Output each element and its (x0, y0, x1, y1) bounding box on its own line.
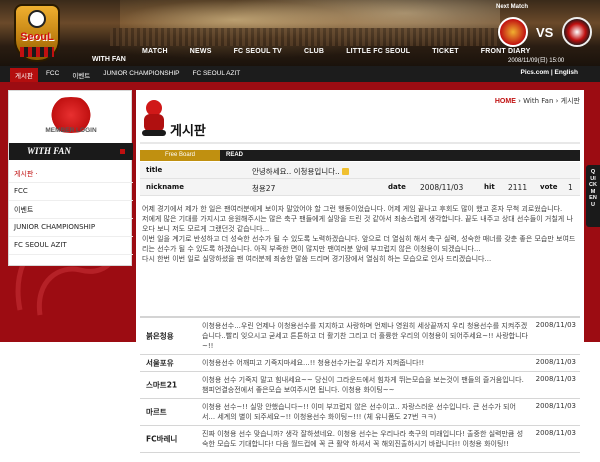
breadcrumb-sep-2: › (555, 97, 559, 105)
comment-text: 이청용선수...우린 언제나 이청용선수를 지지하고 사랑하며 언제나 영원히 … (202, 322, 528, 350)
nav-club[interactable]: CLUB (304, 48, 324, 55)
post-paragraph: 저에게 많은 기대를 가지시고 응원해주시는 많은 축구 팬들에게 실망을 드린… (142, 215, 573, 233)
member-login-button[interactable]: MEMBER LOGIN (27, 97, 115, 141)
logo-ball-icon (28, 10, 46, 28)
post-body: 어제 경기에서 제가 한 일은 팬여러분에게 보이자 말았어야 할 그런 행동이… (142, 204, 578, 264)
sidebar-menu: 게시판 · FCC 이벤트 JUNIOR CHAMPIONSHIP FC SEO… (9, 165, 133, 255)
red-square-icon (120, 149, 125, 154)
tab-free-board[interactable]: Free Board (140, 150, 220, 161)
subnav-junior-championship[interactable]: JUNIOR CHAMPIONSHIP (98, 68, 184, 82)
vote-label: vote (540, 183, 558, 191)
comment-author[interactable]: 붉은청용 (146, 331, 174, 342)
breadcrumb-with-fan[interactable]: With Fan (523, 97, 553, 105)
comment-item: 마르트 이청용 선수~!! 실망 안했습니다~!! 이미 부끄럽지 않은 선수이… (140, 399, 580, 426)
breadcrumb: HOME › With Fan › 게시판 (495, 96, 580, 106)
post-title-text: 안녕하세요.. 이청용입니다.. (252, 167, 340, 176)
subnav-fc-seoul-azit[interactable]: FC SEOUL AZIT (187, 68, 245, 82)
sidebar-item-junior-championship[interactable]: JUNIOR CHAMPIONSHIP (9, 219, 133, 237)
post-meta-row: nickname 청용27 date 2008/11/03 hit 2111 v… (140, 179, 580, 196)
comment-item: 스마트21 이청용 선수 기죽지 말고 힘내세요~~ 당신이 그라운드에서 힘차… (140, 372, 580, 399)
comment-item: FC바레니 진짜 이청용 선수 맞습니까? 생각 잘하셨네요. 이청용 선수는 … (140, 426, 580, 453)
post-vote-count: 1 (568, 183, 573, 192)
post-title-row: title 안녕하세요.. 이청용입니다.. (140, 162, 580, 179)
post-nickname[interactable]: 청용27 (252, 183, 275, 194)
sidebar-item-fcc[interactable]: FCC (9, 183, 133, 201)
mascot-icon (140, 100, 168, 138)
stadium-stands-image (110, 28, 500, 46)
board-tab-bar: Free Board READ (140, 150, 580, 161)
comment-author[interactable]: 마르트 (146, 407, 167, 418)
vs-label: VS (536, 25, 554, 40)
title-divider (140, 142, 580, 144)
site-header: SeouL WITH FAN MATCH NEWS FC SEOUL TV CL… (0, 0, 600, 66)
tab-read: READ (226, 152, 244, 158)
comment-item: 서울포유 이청용선수 어깨피고 기죽지마세요...!! 청용선수가는길 우리가 … (140, 355, 580, 372)
sidebar-item-event[interactable]: 이벤트 (9, 201, 133, 219)
post-title: 안녕하세요.. 이청용입니다.. (252, 166, 349, 177)
sidebar-section-title: WITH FAN (9, 143, 133, 160)
nav-match[interactable]: MATCH (142, 48, 168, 55)
member-login-label: MEMBER LOGIN (45, 127, 97, 134)
comment-date: 2008/11/03 (535, 375, 576, 383)
comment-text: 이청용선수 어깨피고 기죽지마세요...!! 청용선수가는길 우리가 지켜줍니다… (202, 359, 425, 367)
nav-front-diary[interactable]: FRONT DIARY (481, 48, 531, 55)
sidebar-section-title-text: WITH FAN (27, 146, 71, 156)
away-team-badge-icon[interactable] (562, 17, 592, 47)
comment-date: 2008/11/03 (535, 321, 576, 329)
comment-text: 이청용 선수 기죽지 말고 힘내세요~~ 당신이 그라운드에서 힘차게 뛰는모습… (202, 376, 524, 394)
comment-author[interactable]: 서울포유 (146, 358, 174, 369)
comment-date: 2008/11/03 (535, 358, 576, 366)
subnav-utility-links[interactable]: Pics.com | English (521, 69, 578, 76)
nickname-label: nickname (146, 183, 184, 191)
page-title: 게시판 (170, 124, 206, 139)
nav-ticket[interactable]: TICKET (432, 48, 458, 55)
sidebar-item-fc-seoul-azit[interactable]: FC SEOUL AZIT (9, 237, 133, 255)
subnav-event[interactable]: 이벤트 (67, 68, 95, 82)
post-date: 2008/11/03 (420, 183, 464, 192)
logo-text: SeouL (20, 31, 54, 43)
sidebar-item-board[interactable]: 게시판 · (9, 165, 133, 183)
breadcrumb-sep-1: › (518, 97, 521, 105)
comment-text: 이청용 선수~!! 실망 안했습니다~!! 이미 부끄럽지 않은 선수이고.. … (202, 403, 516, 421)
title-label: title (146, 166, 163, 174)
next-match-label: Next Match (496, 4, 529, 10)
comment-author[interactable]: 스마트21 (146, 380, 177, 391)
fc-seoul-logo[interactable]: SeouL (14, 4, 60, 62)
post-paragraph: 어제 경기에서 제가 한 일은 팬여러분에게 보이자 말았어야 할 그런 행동이… (142, 205, 563, 213)
comment-list: 붉은청용 이청용선수...우린 언제나 이청용선수를 지지하고 사랑하며 언제나… (140, 316, 580, 453)
comment-item: 붉은청용 이청용선수...우린 언제나 이청용선수를 지지하고 사랑하며 언제나… (140, 318, 580, 355)
date-label: date (388, 183, 406, 191)
breadcrumb-board: 게시판 (560, 97, 580, 105)
post-paragraph: 이번 일을 계기로 반성하고 더 성숙한 선수가 될 수 있도록 노력하겠습니다… (142, 235, 576, 253)
nav-little-fc-seoul[interactable]: LITTLE FC SEOUL (346, 48, 410, 55)
quick-menu-label: QUICK MENU (589, 169, 597, 208)
comment-date: 2008/11/03 (535, 429, 576, 437)
header-with-fan-label: WITH FAN (92, 56, 126, 63)
next-match-date: 2008/11/09(日) 15:00 (508, 58, 565, 64)
post-paragraph: 다시 한번 이번 일로 실망하셨을 팬 여러분께 죄송한 말씀 드리며 경기장에… (142, 255, 492, 263)
comment-text: 진짜 이청용 선수 맞습니까? 생각 잘하셨네요. 이청용 선수는 우리나라 축… (202, 430, 524, 448)
quick-menu-button[interactable]: QUICK MENU (586, 165, 600, 227)
home-team-badge-icon[interactable] (498, 17, 528, 47)
nav-fc-seoul-tv[interactable]: FC SEOUL TV (234, 48, 282, 55)
sub-nav: 게시판 FCC 이벤트 JUNIOR CHAMPIONSHIP FC SEOUL… (0, 66, 600, 82)
mascot-foot-icon (142, 130, 166, 136)
main-content: HOME › With Fan › 게시판 게시판 Free Board REA… (136, 90, 584, 462)
comment-date: 2008/11/03 (535, 402, 576, 410)
smile-emoticon-icon (341, 168, 349, 175)
subnav-board[interactable]: 게시판 (10, 68, 38, 82)
main-nav: MATCH NEWS FC SEOUL TV CLUB LITTLE FC SE… (142, 48, 553, 55)
left-sidebar: MEMBER LOGIN WITH FAN 게시판 · FCC 이벤트 JUNI… (8, 90, 133, 266)
nav-news[interactable]: NEWS (190, 48, 212, 55)
breadcrumb-home[interactable]: HOME (495, 98, 516, 105)
subnav-fcc[interactable]: FCC (41, 68, 64, 82)
logo-stripes-icon (20, 47, 54, 57)
post-hit-count: 2111 (508, 183, 528, 192)
comment-author[interactable]: FC바레니 (146, 434, 177, 445)
hit-label: hit (484, 183, 495, 191)
